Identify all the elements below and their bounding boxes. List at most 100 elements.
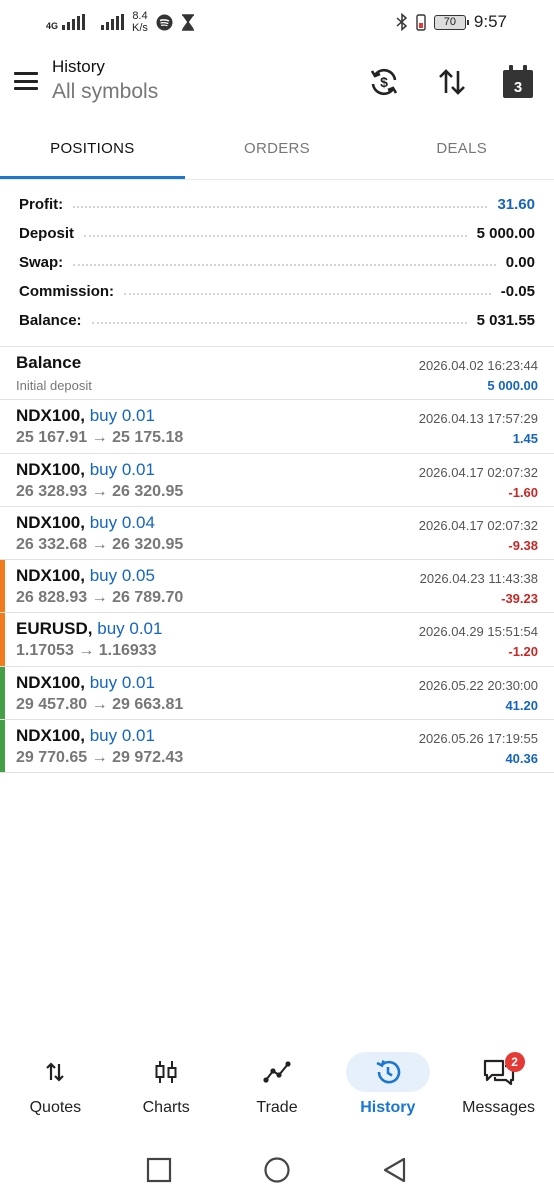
position-symbol: NDX100, [16,512,85,532]
position-prices: 26 828.93 → 26 789.70 [16,589,184,607]
swap-value: 0.00 [505,254,535,271]
network-type: 4G [46,21,59,31]
calendar-number: 3 [514,79,522,96]
history-icon [376,1060,401,1084]
network-speed-unit: K/s [132,22,148,34]
dot-leader [84,234,467,237]
row-color-bar [0,720,5,773]
position-profit: -39.23 [501,591,538,607]
row-color-bar [0,454,5,506]
position-date: 2026.04.23 11:43:38 [419,571,538,587]
spotify-icon [156,14,173,30]
balance-entry-title: Balance [16,353,82,372]
row-color-bar [0,507,5,559]
signal-2-icon [101,14,125,30]
position-side: buy 0.01 [97,619,163,639]
position-symbol: NDX100, [16,726,85,746]
position-date: 2026.04.29 15:51:54 [418,624,538,640]
hourglass-icon [181,13,194,31]
position-profit: 1.45 [512,431,538,447]
battery-indicator: 70 [433,14,469,30]
sort-button[interactable] [434,64,470,100]
commission-value: -0.05 [500,283,535,300]
summary-balance: Balance: 5 031.55 [0,306,554,335]
summary-panel: Profit: 31.60 Deposit 5 000.00 Swap: 0.0… [0,190,554,335]
signal-1-icon: 4G [46,14,86,31]
currency-switch-button[interactable]: $ [366,64,402,100]
summary-swap: Swap: 0.00 [0,248,554,277]
nav-quotes-label: Quotes [29,1099,82,1116]
position-row[interactable]: NDX100, buy 0.01 29 457.80 → 29 663.81 2… [0,666,554,721]
tab-orders[interactable]: ORDERS [185,124,370,179]
messages-badge: 2 [504,1052,525,1072]
position-profit: 40.36 [505,751,538,767]
balance-label: Balance: [19,312,82,329]
position-row[interactable]: NDX100, buy 0.04 26 332.68 → 26 320.95 2… [0,507,554,561]
position-side: buy 0.01 [89,406,155,426]
nav-charts-label: Charts [142,1099,190,1116]
position-row[interactable]: NDX100, buy 0.01 26 328.93 → 26 320.95 2… [0,454,554,507]
summary-deposit: Deposit 5 000.00 [0,219,554,248]
position-row[interactable]: NDX100, buy 0.05 26 828.93 → 26 789.70 2… [0,560,554,614]
calendar-icon: 3 [503,65,533,98]
dot-leader [73,263,496,266]
page-title: History [52,57,105,76]
position-symbol: NDX100, [16,459,85,479]
position-side: buy 0.01 [89,672,155,692]
position-prices: 29 457.80 → 29 663.81 [16,695,184,713]
recents-icon[interactable] [146,1157,172,1183]
position-row[interactable]: NDX100, buy 0.01 29 770.65 → 29 972.43 2… [0,720,554,774]
balance-entry-date: 2026.04.02 16:23:44 [418,358,538,373]
position-prices: 25 167.91 → 25 175.18 [16,429,184,447]
commission-label: Commission: [19,283,115,300]
position-symbol: NDX100, [16,406,85,426]
position-side: buy 0.05 [89,566,155,586]
position-row[interactable]: NDX100, buy 0.01 25 167.91 → 25 175.18 2… [0,400,554,454]
position-symbol: NDX100, [16,566,85,586]
row-color-bar [0,613,5,666]
position-date: 2026.05.22 20:30:00 [418,677,538,693]
bottom-navigation: Quotes Charts Trade History 2 Messages [0,1046,554,1126]
row-color-bar [0,666,5,720]
tab-deals[interactable]: DEALS [369,124,554,179]
history-tabs: POSITIONS ORDERS DEALS [0,124,554,180]
nav-history-label: History [360,1099,416,1116]
position-prices: 26 328.93 → 26 320.95 [16,482,184,500]
hamburger-menu-icon[interactable] [14,72,38,90]
deposit-label: Deposit [19,225,75,242]
position-symbol: EURUSD, [16,619,93,639]
position-date: 2026.04.17 02:07:32 [418,517,538,533]
currency-refresh-icon: $ [370,68,398,96]
deposit-value: 5 000.00 [476,225,535,242]
tab-positions[interactable]: POSITIONS [0,124,185,179]
profit-label: Profit: [19,196,64,213]
back-icon[interactable] [382,1157,408,1183]
sort-arrows-icon [439,69,465,95]
positions-list: Balance Initial deposit 2026.04.02 16:23… [0,346,554,774]
balance-entry-subtitle: Initial deposit [16,378,92,393]
symbol-filter[interactable]: All symbols [52,80,158,104]
position-profit: -1.60 [508,484,538,500]
quotes-icon [46,1062,65,1082]
bluetooth-icon [396,13,408,31]
trade-icon [263,1061,291,1083]
nav-messages-label: Messages [462,1099,536,1116]
position-prices: 26 332.68 → 26 320.95 [16,535,184,553]
dot-leader [91,321,467,324]
row-color-bar [0,400,5,452]
period-button[interactable]: 3 [500,64,536,100]
balance-entry[interactable]: Balance Initial deposit 2026.04.02 16:23… [0,347,554,401]
position-row[interactable]: EURUSD, buy 0.01 1.17053 → 1.16933 2026.… [0,613,554,667]
network-speed: 8.4 K/s [132,10,148,34]
nav-trade[interactable]: Trade [222,1046,333,1126]
clock: 9:57 [473,12,507,31]
home-icon[interactable] [264,1157,290,1183]
dot-leader [73,205,488,208]
nav-history[interactable]: History [332,1046,443,1126]
nav-quotes[interactable]: Quotes [0,1046,111,1126]
nav-messages[interactable]: 2 Messages [443,1046,554,1126]
balance-entry-amount: 5 000.00 [487,378,538,393]
svg-text:$: $ [380,74,388,90]
position-profit: 41.20 [505,697,538,713]
nav-charts[interactable]: Charts [111,1046,222,1126]
